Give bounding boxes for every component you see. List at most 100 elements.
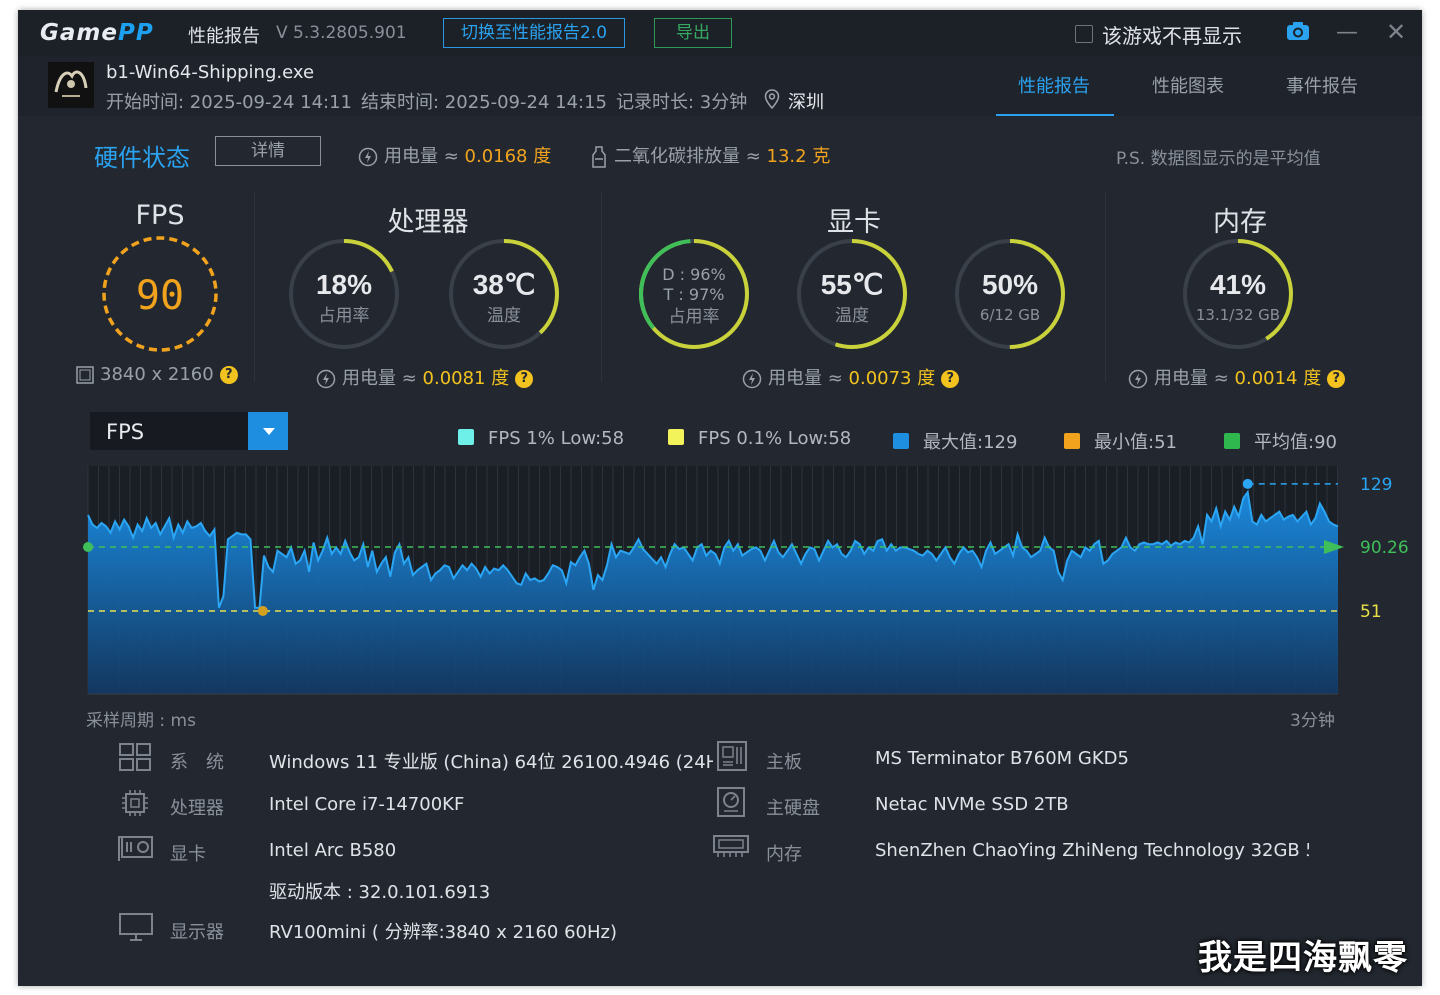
- legend-item: 平均值:90: [1224, 428, 1337, 454]
- legend-swatch: [458, 429, 474, 445]
- disk-label: 主硬盘: [766, 798, 820, 819]
- cpu-value: Intel Core i7-14700KF: [269, 794, 465, 815]
- cpu-power-label: 用电量 ≈: [342, 368, 423, 389]
- metric-select[interactable]: FPS: [90, 412, 288, 450]
- close-button[interactable]: ✕: [1386, 18, 1406, 46]
- os-label: 系 统: [170, 752, 224, 773]
- memory-usage-detail: 13.1/32 GB: [1196, 306, 1280, 324]
- memory-module-icon: [712, 832, 750, 864]
- gpu-temp-value: 55℃: [821, 269, 884, 300]
- gpu-section-title: 显卡: [827, 207, 881, 238]
- legend-swatch: [668, 429, 684, 445]
- hide-game-label[interactable]: 该游戏不再显示: [1102, 20, 1242, 49]
- cpu-power-stat: 用电量 ≈ 0.0081 度?: [316, 364, 534, 390]
- monitor-label: 显示器: [170, 922, 224, 943]
- gpu-usage-label: 占用率: [669, 307, 720, 327]
- metric-select-value: FPS: [106, 420, 145, 444]
- gpu-usage-gauge: D : 96% T : 97% 占用率: [639, 239, 749, 350]
- resolution-value: 3840 x 2160: [100, 364, 214, 385]
- tab-performance-report[interactable]: 性能报告: [1018, 72, 1090, 98]
- location-pin-icon: [764, 89, 780, 113]
- watermark-text: 我是四海飘零: [1198, 938, 1408, 978]
- gamepp-logo: GamePP: [40, 20, 154, 46]
- version-label: V 5.3.2805.901: [276, 23, 407, 43]
- memory-power-label: 用电量 ≈: [1154, 368, 1235, 389]
- legend-label: 最大值:129: [923, 432, 1018, 453]
- cpu-section-title: 处理器: [387, 207, 469, 238]
- logo-text-pp: PP: [117, 20, 154, 46]
- windows-icon: [118, 742, 152, 776]
- cpu-temp-value: 38℃: [473, 269, 536, 300]
- logo-text-game: Game: [40, 20, 118, 46]
- power-icon: [1128, 369, 1148, 389]
- end-time: 结束时间: 2025-09-24 14:15: [361, 92, 607, 113]
- gpu-value: Intel Arc B580: [269, 840, 397, 861]
- cpu-temp-gauge: 38℃ 温度: [449, 239, 559, 349]
- fps-value: 90: [136, 273, 184, 319]
- minimize-button[interactable]: —: [1336, 20, 1358, 45]
- legend-item: FPS 0.1% Low:58: [668, 428, 851, 449]
- co2-label: 二氧化碳排放量 ≈: [614, 146, 767, 167]
- start-time: 开始时间: 2025-09-24 14:11: [106, 92, 352, 113]
- help-icon[interactable]: ?: [1327, 370, 1346, 388]
- graphics-card-icon: [116, 834, 154, 866]
- help-icon[interactable]: ?: [219, 366, 238, 384]
- divider: [1105, 192, 1106, 382]
- gpu-usage-t: T : 97%: [663, 285, 725, 304]
- power-icon: [316, 369, 336, 389]
- os-value: Windows 11 专业版 (China) 64位 26100.4946 (2…: [269, 752, 713, 773]
- chart-x-label-left: 采样周期 : ms: [86, 711, 196, 731]
- window-title: 性能报告: [188, 26, 260, 47]
- min-label: 51: [1360, 602, 1382, 622]
- gpu-usage-d: D : 96%: [662, 265, 725, 284]
- hide-game-checkbox[interactable]: [1075, 25, 1093, 43]
- monitor-value: RV100mini ( 分辨率:3840 x 2160 60Hz): [269, 922, 618, 943]
- memory-section-title: 内存: [1213, 207, 1267, 238]
- motherboard-icon: [716, 740, 748, 776]
- gpu-temp-gauge: 55℃ 温度: [797, 239, 907, 349]
- cpu-label: 处理器: [170, 798, 224, 819]
- gpu-driver-value: 驱动版本 : 32.0.101.6913: [269, 882, 491, 903]
- motherboard-label: 主板: [766, 752, 802, 773]
- record-duration: 记录时长: 3分钟: [616, 92, 748, 113]
- tab-event-report[interactable]: 事件报告: [1286, 72, 1358, 98]
- chevron-down-icon[interactable]: [248, 412, 288, 450]
- title-bar: GamePP 性能报告 V 5.3.2805.901 切换至性能报告2.0 导出…: [18, 10, 1422, 56]
- game-exe-name: b1-Win64-Shipping.exe: [106, 62, 315, 83]
- divider: [254, 192, 255, 382]
- game-icon: [48, 62, 94, 108]
- power-icon: [358, 147, 378, 167]
- legend-swatch: [893, 433, 909, 449]
- switch-report-button[interactable]: 切换至性能报告2.0: [443, 18, 625, 48]
- game-info-bar: b1-Win64-Shipping.exe 开始时间: 2025-09-24 1…: [18, 56, 1422, 117]
- tab-performance-chart[interactable]: 性能图表: [1152, 72, 1224, 98]
- memory-value: ShenZhen ChaoYing ZhiNeng Technology 32G…: [875, 840, 1309, 861]
- chart-x-label-right: 3分钟: [1290, 711, 1335, 731]
- co2-bottle-icon: [592, 146, 606, 168]
- min-point: [257, 605, 268, 616]
- detail-button[interactable]: 详情: [215, 136, 321, 166]
- legend-label: FPS 0.1% Low:58: [698, 428, 852, 449]
- motherboard-value: MS Terminator B760M GKD5: [875, 748, 1129, 769]
- total-power-label: 用电量 ≈: [384, 146, 465, 167]
- gpu-vram-value: 50%: [982, 269, 1038, 300]
- total-power-stat: 用电量 ≈ 0.0168 度: [358, 142, 551, 168]
- gpu-vram-gauge: 50% 6/12 GB: [955, 239, 1065, 349]
- hardware-status-title: 硬件状态: [94, 144, 190, 172]
- legend-item: 最小值:51: [1064, 428, 1177, 454]
- help-icon[interactable]: ?: [941, 370, 960, 388]
- legend-item: FPS 1% Low:58: [458, 428, 624, 449]
- help-icon[interactable]: ?: [515, 370, 534, 388]
- memory-power-stat: 用电量 ≈ 0.0014 度?: [1128, 364, 1346, 390]
- report-content: 硬件状态 详情 用电量 ≈ 0.0168 度 二氧化碳排放量 ≈ 13.2 克 …: [18, 116, 1422, 986]
- total-power-value: 0.0168 度: [464, 146, 552, 167]
- gpu-temp-label: 温度: [835, 306, 869, 326]
- gpu-label: 显卡: [170, 844, 206, 865]
- legend-swatch: [1064, 433, 1080, 449]
- gpu-power-stat: 用电量 ≈ 0.0073 度?: [742, 364, 960, 390]
- camera-icon[interactable]: [1286, 21, 1310, 45]
- memory-usage-gauge: 41% 13.1/32 GB: [1183, 239, 1293, 349]
- fps-area-chart: 90.26 51 129: [83, 466, 1409, 695]
- avg-start-point: [83, 542, 93, 553]
- export-button[interactable]: 导出: [654, 18, 732, 48]
